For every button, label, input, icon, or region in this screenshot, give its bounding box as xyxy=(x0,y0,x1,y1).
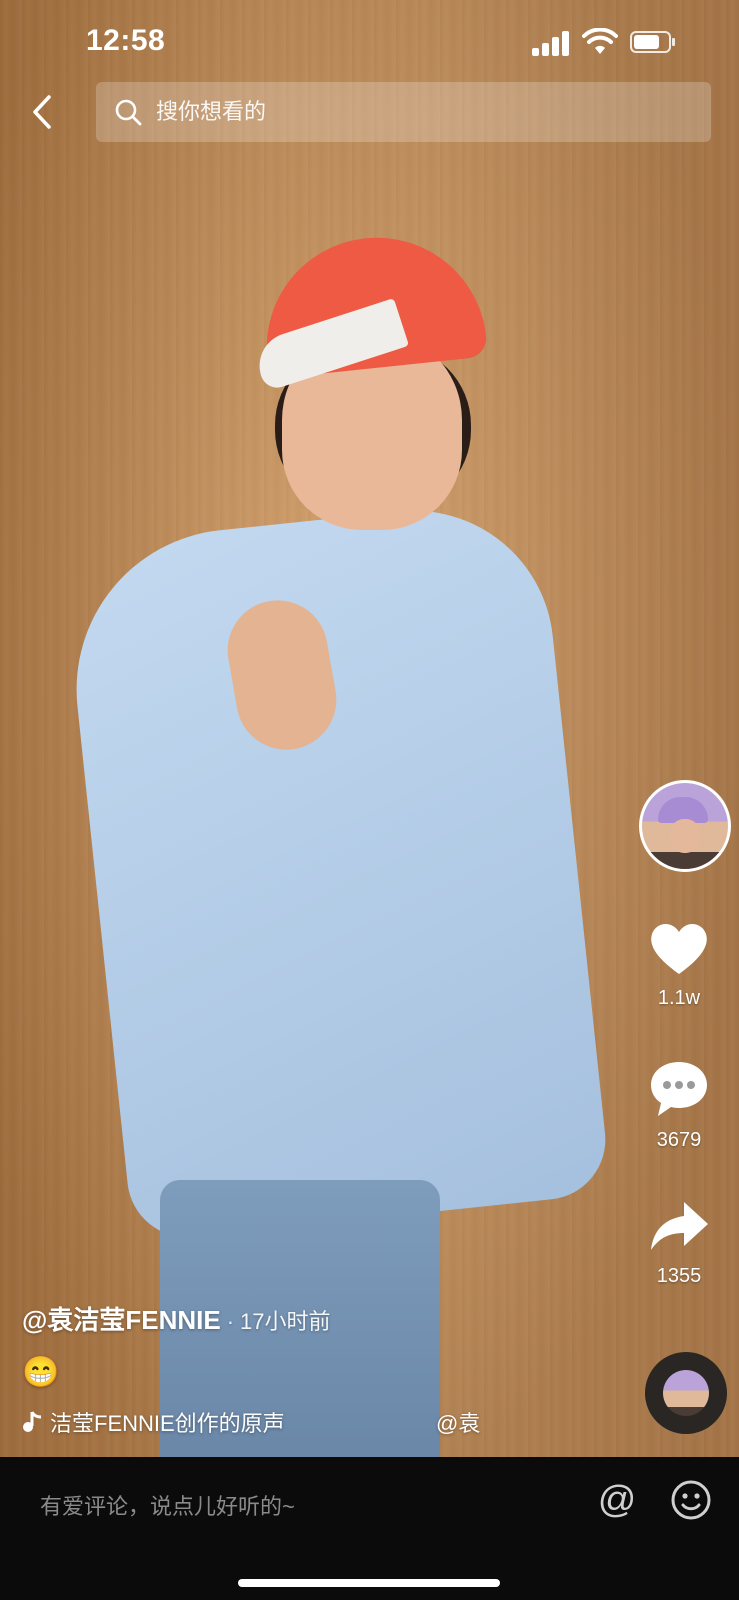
back-button[interactable] xyxy=(24,92,60,132)
mention-button[interactable]: @ xyxy=(594,1477,640,1523)
share-button[interactable]: 1355 xyxy=(619,1200,739,1288)
music-title: 洁莹FENNIE创作的原声 xyxy=(50,1411,285,1436)
heart-icon xyxy=(651,923,707,974)
share-icon xyxy=(651,1202,708,1250)
author-avatar[interactable] xyxy=(639,780,731,872)
emoji-icon[interactable] xyxy=(670,1479,712,1521)
home-indicator xyxy=(238,1579,500,1587)
music-note-icon xyxy=(23,1411,42,1432)
like-button[interactable]: 1.1w xyxy=(619,920,739,1010)
separator-dot: · xyxy=(226,1309,235,1334)
author-name[interactable]: @袁洁莹FENNIE xyxy=(22,1305,221,1335)
search-icon xyxy=(114,97,144,127)
search-input[interactable] xyxy=(154,98,711,126)
author-row: @袁洁莹FENNIE · 17小时前 xyxy=(22,1300,582,1337)
comment-icon xyxy=(651,1062,707,1116)
wifi-icon xyxy=(582,28,618,54)
music-cover xyxy=(663,1370,709,1416)
music-mention: @袁 xyxy=(436,1411,481,1436)
share-count: 1355 xyxy=(656,1265,702,1287)
search-bar[interactable] xyxy=(96,82,711,142)
top-bar xyxy=(0,80,739,142)
video-screen: 12:58 搜你想看的 1.1w 3679 1355 @袁洁莹FENNIE · … xyxy=(0,0,739,1600)
music-row[interactable]: 洁莹FENNIE创作的原声 @袁 xyxy=(22,1406,582,1438)
status-time: 12:58 xyxy=(86,24,166,57)
video-caption: 😁 xyxy=(22,1356,60,1389)
post-time: 17小时前 xyxy=(240,1309,331,1334)
back-icon xyxy=(33,95,51,129)
like-count: 1.1w xyxy=(657,987,701,1009)
comment-button[interactable]: 3679 xyxy=(619,1060,739,1152)
comment-count: 3679 xyxy=(656,1129,702,1151)
comment-bar: @ xyxy=(0,1457,739,1600)
video-info: @袁洁莹FENNIE · 17小时前 😁 洁莹FENNIE创作的原声 @袁 xyxy=(22,1300,582,1438)
battery-icon xyxy=(630,31,675,53)
comment-input[interactable] xyxy=(38,1483,562,1531)
status-bar: 12:58 xyxy=(0,0,739,84)
signal-icon xyxy=(532,30,570,56)
music-disc[interactable] xyxy=(645,1352,727,1434)
